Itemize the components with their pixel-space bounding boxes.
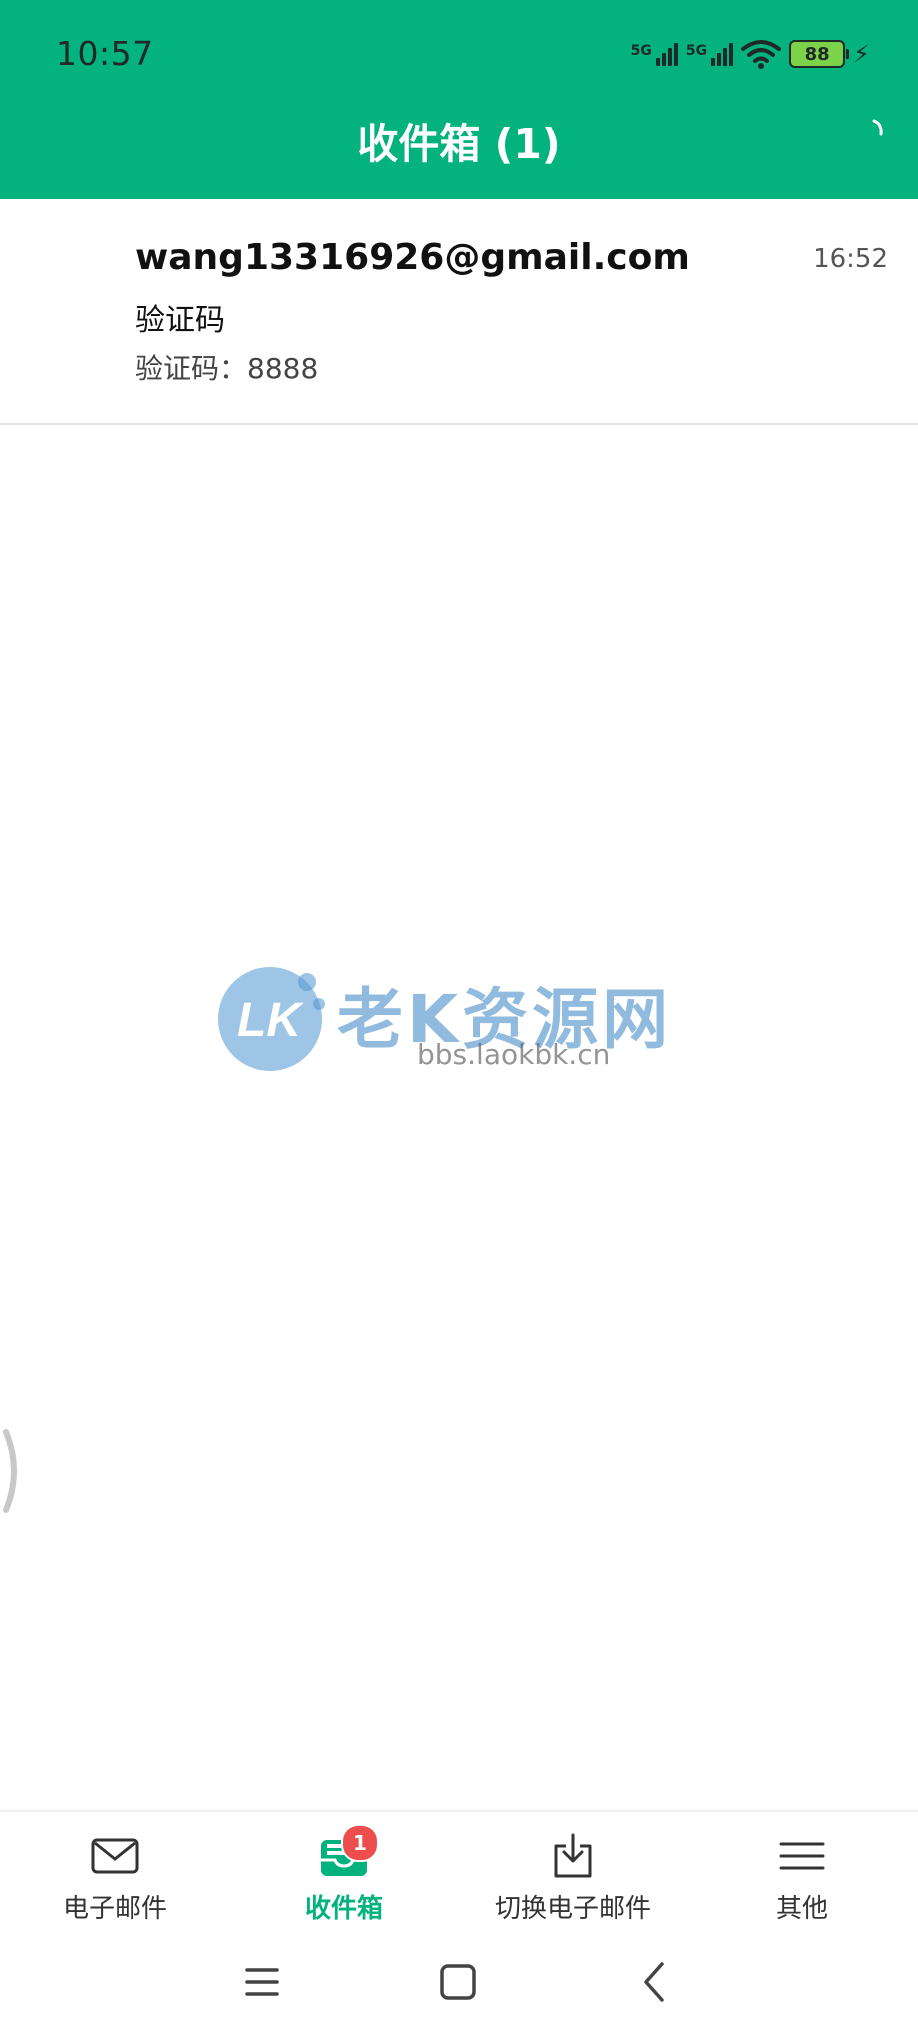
charging-bolt-icon: ⚡: [853, 40, 870, 68]
app-header: 10:57 5G 5G 88 ⚡ 收件箱 (1): [0, 0, 918, 199]
page-title: 收件箱 (1): [357, 120, 561, 168]
recent-apps-icon[interactable]: [232, 1958, 292, 2006]
battery-icon: 88: [789, 40, 850, 68]
mail-list-item[interactable]: wang13316926@gmail.com 16:52 验证码 验证码：888…: [0, 199, 918, 425]
wifi-icon: [741, 40, 782, 69]
inbox-icon-wrap: 1: [319, 1824, 379, 1880]
nav-item-other[interactable]: 其他: [692, 1832, 912, 1925]
refresh-icon[interactable]: [868, 118, 892, 142]
home-icon[interactable]: [428, 1958, 488, 2006]
app-screen: 10:57 5G 5G 88 ⚡ 收件箱 (1) wang13316926@gm…: [0, 0, 918, 2041]
edge-swipe-handle[interactable]: [0, 1428, 22, 1514]
menu-icon: [779, 1842, 825, 1870]
bottom-nav: 电子邮件 1 收件箱 切换电子邮件 其他: [0, 1810, 918, 1930]
signal-label: 5G: [630, 42, 652, 59]
nav-label: 切换电子邮件: [494, 1894, 651, 1924]
nav-item-email[interactable]: 电子邮件: [5, 1832, 225, 1925]
mail-time: 16:52: [813, 244, 888, 274]
system-nav: [0, 1930, 918, 2041]
5g-signal-icon: 5G: [685, 42, 734, 66]
mail-preview: 验证码：8888: [135, 352, 319, 385]
mail-sender: wang13316926@gmail.com: [135, 237, 690, 278]
mail-icon: [91, 1838, 139, 1874]
status-icons: 5G 5G 88 ⚡: [631, 36, 870, 72]
watermark-logo-text: LK: [237, 994, 304, 1047]
nav-label: 收件箱: [304, 1894, 383, 1924]
mail-subject: 验证码: [135, 303, 225, 338]
nav-label: 电子邮件: [62, 1894, 167, 1924]
download-tray-icon: [554, 1833, 592, 1878]
watermark-logo: LK: [218, 967, 325, 1071]
unread-badge: 1: [341, 1824, 379, 1862]
nav-item-inbox[interactable]: 1 收件箱: [234, 1824, 454, 1925]
signal-label: 5G: [685, 42, 708, 59]
watermark: LK 老K资源网 bbs.laokbk.cn: [215, 960, 775, 1090]
nav-label: 其他: [775, 1894, 828, 1924]
nav-item-switch-email[interactable]: 切换电子邮件: [463, 1832, 683, 1925]
back-icon[interactable]: [624, 1958, 684, 2006]
5g-signal-icon: 5G: [630, 42, 678, 66]
watermark-url: bbs.laokbk.cn: [417, 1038, 611, 1071]
status-time: 10:57: [56, 34, 154, 73]
